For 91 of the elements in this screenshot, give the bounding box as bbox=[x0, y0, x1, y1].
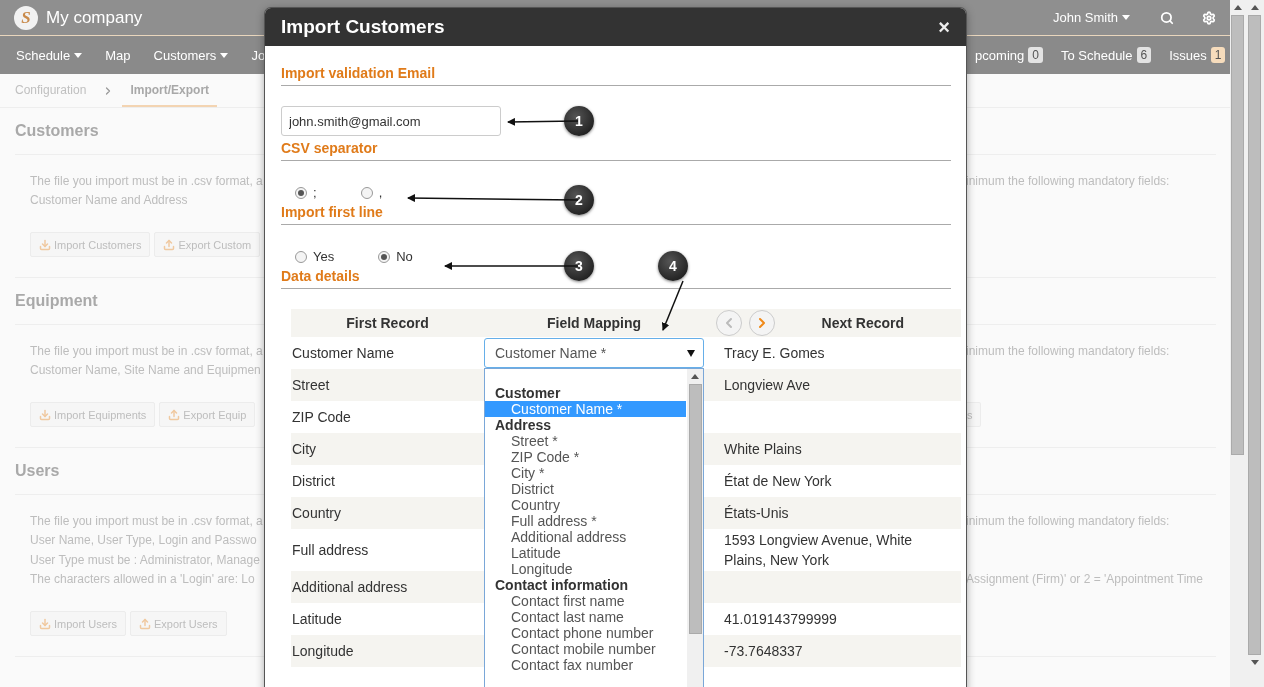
description-text: The file you import must be in .csv format, a bbox=[30, 173, 264, 188]
description-text: Customer Name and Address bbox=[30, 193, 189, 208]
radio-label[interactable]: No bbox=[396, 249, 413, 264]
count-badge: 6 bbox=[1136, 47, 1152, 63]
dropdown-option[interactable]: Full address * bbox=[485, 513, 686, 529]
callout-marker: 4 bbox=[658, 251, 688, 281]
dropdown-option[interactable]: Street * bbox=[485, 433, 686, 449]
table-cell-text: Full address bbox=[291, 542, 370, 558]
table-cell-text: Additional address bbox=[291, 579, 409, 595]
section-title: Customers bbox=[15, 122, 99, 140]
radio-label[interactable]: ; bbox=[313, 185, 317, 200]
download-icon bbox=[39, 238, 51, 251]
upload-icon bbox=[163, 238, 176, 251]
column-header: First Record bbox=[345, 315, 430, 331]
search-icon[interactable] bbox=[1160, 10, 1174, 25]
dropdown-option[interactable]: Contact phone number bbox=[485, 625, 686, 641]
callout-marker: 1 bbox=[564, 106, 594, 136]
caret-icon bbox=[74, 52, 83, 58]
description-text: User Type must be : Administrator, Manage bbox=[30, 552, 261, 567]
next-record-button[interactable] bbox=[749, 310, 775, 336]
settings-icon[interactable] bbox=[1202, 10, 1216, 25]
table-cell-text: City bbox=[291, 441, 318, 457]
count-badge: 1 bbox=[1210, 47, 1226, 63]
table-cell-text: ZIP Code bbox=[291, 409, 352, 425]
column-header: Next Record bbox=[821, 315, 904, 331]
table-cell-text: District bbox=[291, 473, 336, 489]
option-group-label: Customer bbox=[494, 385, 562, 401]
upload-icon bbox=[138, 617, 151, 630]
option-group-label: Contact information bbox=[494, 577, 629, 593]
callout-arrow bbox=[661, 280, 684, 331]
dropdown-option[interactable]: Longitude bbox=[485, 561, 686, 577]
dropdown-option[interactable]: City * bbox=[485, 465, 686, 481]
section-title: Users bbox=[15, 462, 60, 480]
table-cell-text: Customer Name bbox=[291, 345, 395, 361]
table-cell-text: Street bbox=[291, 377, 331, 393]
table-cell-text: -73.7648337 bbox=[723, 642, 804, 661]
description-text: The file you import must be in .csv format, a bbox=[30, 513, 264, 528]
dropdown-option[interactable]: Country bbox=[485, 497, 686, 513]
radio-button[interactable] bbox=[295, 186, 307, 199]
company-logo: S bbox=[14, 5, 38, 30]
callout-marker: 2 bbox=[564, 185, 594, 215]
dropdown-option[interactable]: Contact fax number bbox=[485, 657, 686, 673]
company-name: My company bbox=[46, 7, 143, 28]
table-cell-text: White Plains bbox=[723, 440, 803, 459]
table-cell-text: 41.019143799999 bbox=[723, 610, 838, 629]
scrollbar-thumb[interactable] bbox=[688, 384, 702, 634]
table-cell-text: Longitude bbox=[291, 643, 355, 659]
dropdown-option[interactable]: Contact mobile number bbox=[485, 641, 686, 657]
dropdown-option[interactable]: Additional address bbox=[485, 529, 686, 545]
description-text: User Name, User Type, Login and Passwo bbox=[30, 533, 258, 548]
section-heading: Import validation Email bbox=[281, 65, 951, 86]
scrollbar-thumb[interactable] bbox=[1248, 15, 1261, 655]
radio-label[interactable]: , bbox=[378, 185, 383, 200]
upload-icon bbox=[168, 408, 181, 421]
table-cell-text: Longview Ave bbox=[723, 376, 812, 395]
caret-icon bbox=[687, 349, 695, 357]
table-cell-text: 1593 Longview Avenue, White Plains, New York bbox=[723, 531, 914, 570]
download-icon bbox=[39, 408, 51, 421]
radio-label[interactable]: Yes bbox=[313, 249, 335, 264]
close-button[interactable]: × bbox=[938, 15, 950, 39]
description-text: inimum the following mandatory fields: bbox=[966, 343, 1171, 358]
scrollbar-thumb[interactable] bbox=[1231, 15, 1244, 455]
radio-button[interactable] bbox=[295, 250, 307, 263]
table-cell-text: Country bbox=[291, 505, 343, 521]
table-cell-text: Latitude bbox=[291, 611, 343, 627]
table-cell-text: États-Unis bbox=[723, 504, 790, 523]
dropdown-option[interactable]: ZIP Code * bbox=[485, 449, 686, 465]
dropdown-option[interactable]: Contact last name bbox=[485, 609, 686, 625]
caret-icon bbox=[220, 52, 229, 58]
option-group-label: Address bbox=[494, 417, 553, 433]
table-cell-text: Tracy E. Gomes bbox=[723, 344, 826, 363]
description-text: Customer Name, Site Name and Equipmen bbox=[30, 363, 262, 378]
radio-button[interactable] bbox=[378, 250, 391, 263]
table-cell-text: État de New York bbox=[723, 472, 833, 491]
description-text: inimum the following mandatory fields: bbox=[966, 513, 1171, 528]
dialog-title: Import Customers bbox=[281, 16, 445, 38]
count-badge: 0 bbox=[1028, 47, 1043, 63]
download-icon bbox=[39, 617, 51, 630]
description-text: The file you import must be in .csv format, a bbox=[30, 343, 264, 358]
column-header: Field Mapping bbox=[545, 315, 643, 331]
section-title: Equipment bbox=[15, 292, 98, 310]
section-heading: CSV separator bbox=[281, 140, 951, 161]
caret-icon bbox=[1122, 15, 1130, 20]
radio-button[interactable] bbox=[360, 186, 373, 199]
description-text: The characters allowed in a 'Login' are: Lo bbox=[30, 572, 256, 587]
dropdown-option[interactable]: Latitude bbox=[485, 545, 686, 561]
dropdown-option[interactable]: District bbox=[485, 481, 686, 497]
description-text: Assignment (Firm)' or 2 = 'Appointment Time bbox=[966, 572, 1204, 587]
description-text: inimum the following mandatory fields: bbox=[966, 173, 1171, 188]
email-field[interactable]: john.smith@gmail.com bbox=[281, 106, 501, 136]
dropdown-option[interactable]: Contact first name bbox=[485, 593, 686, 609]
